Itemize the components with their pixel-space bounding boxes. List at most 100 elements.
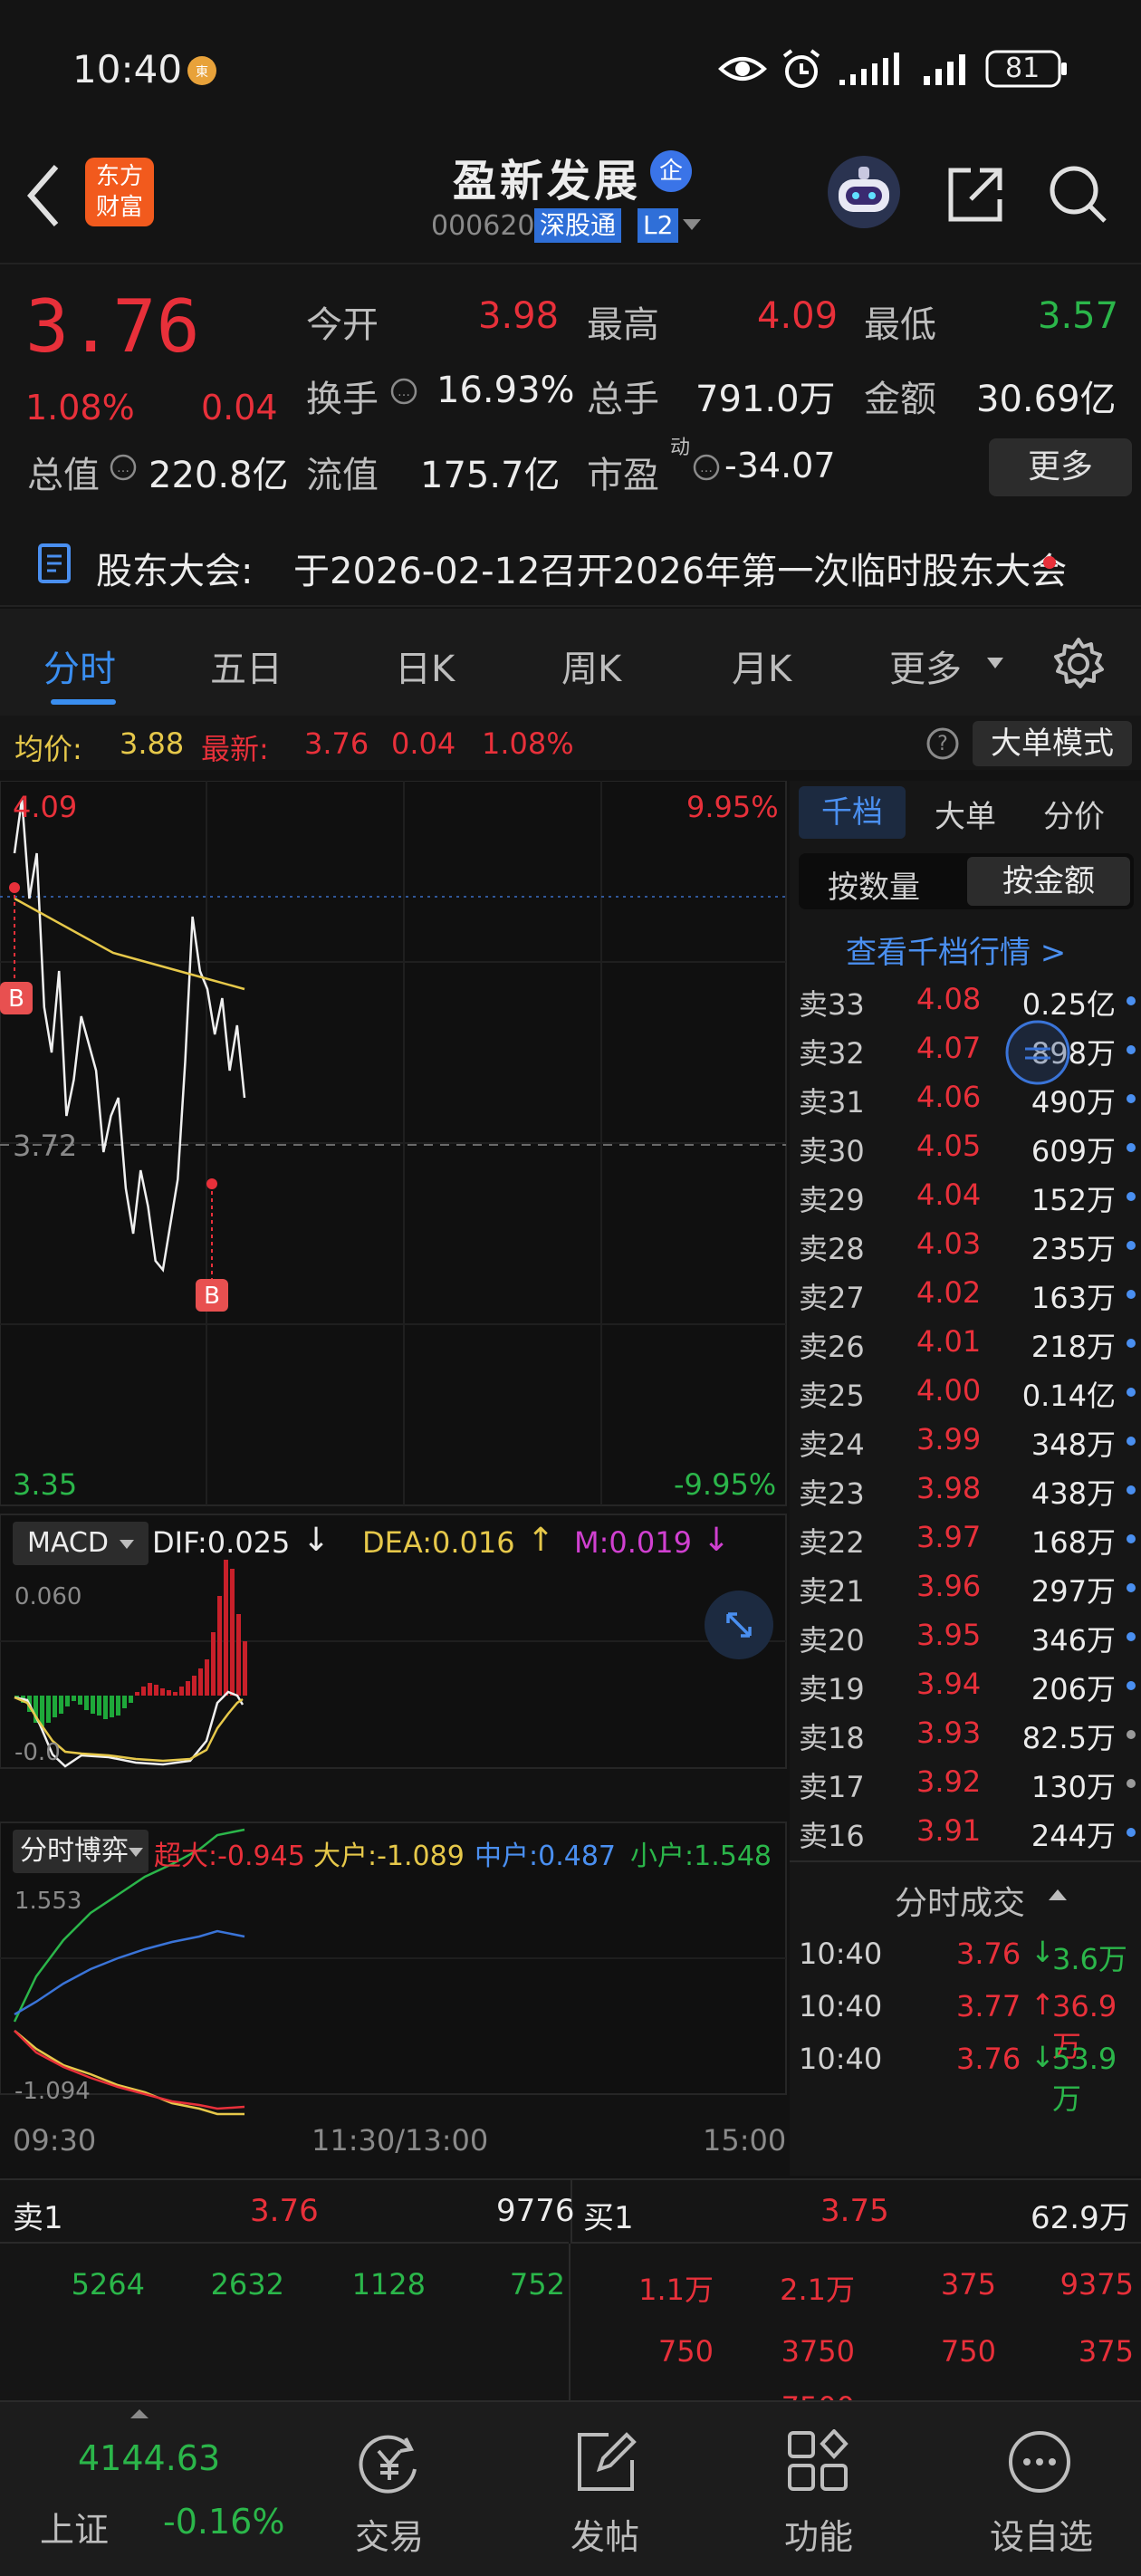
tab-monthly-k[interactable]: 月K: [732, 639, 791, 692]
ask-level-price: 3.99: [916, 1422, 982, 1456]
ask-level-label: 卖21: [799, 1574, 865, 1609]
ask-level-row[interactable]: 卖32 4.07 898万: [790, 1025, 1141, 1074]
ask-level-amount: 348万: [1031, 1427, 1116, 1462]
ask-level-row[interactable]: 卖33 4.08 0.25亿: [790, 976, 1141, 1025]
flow-big: 大户:-1.089: [313, 1841, 465, 1872]
tab-depth[interactable]: 千档: [799, 786, 906, 839]
ask-level-price: 4.01: [916, 1324, 982, 1359]
ask-level-price: 3.97: [916, 1520, 982, 1554]
more-dots-icon: [1007, 2429, 1072, 2494]
trade-direction: ↑: [1031, 1987, 1055, 2022]
ask-level-label: 卖19: [799, 1672, 865, 1706]
high-label: 最高: [587, 304, 659, 346]
macd-bar: [135, 1692, 139, 1696]
period-tabs: 分时 五日 日K 周K 月K 更多: [0, 609, 1141, 716]
ask-level-price: 4.05: [916, 1129, 982, 1163]
ask-level-row[interactable]: 卖18 3.93 82.5万: [790, 1710, 1141, 1759]
ask-level-price: 3.93: [916, 1716, 982, 1750]
ask-level-row[interactable]: 卖19 3.94 206万: [790, 1661, 1141, 1710]
ask-level-row[interactable]: 卖21 3.96 297万: [790, 1563, 1141, 1612]
sell-queue-order: 5264: [71, 2267, 145, 2302]
low-label: 最低: [864, 304, 936, 346]
ask-level-row[interactable]: 卖23 3.98 438万: [790, 1466, 1141, 1514]
by-quantity-option[interactable]: 按数量: [828, 862, 920, 907]
sell1-label: 卖1: [13, 2200, 63, 2236]
ask-level-row[interactable]: 卖29 4.04 152万: [790, 1172, 1141, 1221]
big-order-mode-button[interactable]: 大单模式: [973, 721, 1132, 766]
tab-more[interactable]: 更多: [889, 639, 962, 692]
ask-level-row[interactable]: 卖30 4.05 609万: [790, 1123, 1141, 1172]
ask-level-amount: 438万: [1031, 1476, 1116, 1511]
tab-big-order[interactable]: 大单: [935, 792, 996, 836]
ask-level-row[interactable]: 卖22 3.97 168万: [790, 1514, 1141, 1563]
back-arrow-icon[interactable]: [24, 161, 63, 230]
ask-level-label: 卖29: [799, 1183, 865, 1217]
nav-functions[interactable]: 功能: [746, 2402, 891, 2576]
ask-level-row[interactable]: 卖16 3.91 244万: [790, 1808, 1141, 1857]
ask-level-row[interactable]: 卖24 3.99 348万: [790, 1417, 1141, 1466]
ask-level-row[interactable]: 卖27 4.02 163万: [790, 1270, 1141, 1319]
robot-assistant-icon[interactable]: [826, 154, 902, 230]
tab-five-day[interactable]: 五日: [210, 639, 283, 692]
sell-queue-order: 752: [509, 2267, 565, 2302]
ask-level-label: 卖32: [799, 1036, 865, 1071]
tab-intraday[interactable]: 分时: [43, 639, 116, 692]
notice-text: 于2026-02-12召开2026年第一次临时股东大会: [293, 551, 1068, 592]
ask-level-row[interactable]: 卖28 4.03 235万: [790, 1221, 1141, 1270]
app-logo-line2: 财富: [95, 194, 143, 221]
trade-price: 3.76: [956, 2042, 1021, 2076]
by-amount-option[interactable]: 按金额: [967, 857, 1130, 906]
latest-pct: 1.08%: [482, 726, 574, 761]
index-widget[interactable]: 4144.63 上证 -0.16%: [0, 2402, 284, 2576]
tab-price-dist[interactable]: 分价: [1043, 792, 1105, 836]
ask-level-price: 4.00: [916, 1373, 982, 1408]
ask-level-amount: 152万: [1031, 1183, 1116, 1217]
app-logo[interactable]: 东方 财富: [85, 158, 154, 226]
ask-level-row[interactable]: 卖17 3.92 130万: [790, 1759, 1141, 1808]
ask-level-price: 4.06: [916, 1080, 982, 1114]
ask-level-row[interactable]: 卖26 4.01 218万: [790, 1319, 1141, 1368]
help-icon[interactable]: ?: [925, 726, 960, 761]
info-icon[interactable]: …: [692, 453, 721, 482]
trades-title[interactable]: 分时成交: [895, 1877, 1025, 1924]
trade-row: 10:40 3.77 ↑ 36.9万: [790, 1984, 1141, 2063]
settings-gear-icon[interactable]: [1050, 636, 1107, 692]
ask-level-row[interactable]: 卖31 4.06 490万: [790, 1074, 1141, 1123]
more-button[interactable]: 更多: [989, 438, 1132, 496]
ask-levels-list[interactable]: 卖33 4.08 0.25亿 卖32 4.07 898万 卖31 4.06 490万 卖30 4.0…: [790, 976, 1141, 1860]
nav-post[interactable]: 发帖: [532, 2402, 677, 2576]
buy1-price: 3.75: [820, 2193, 889, 2229]
caret-up-icon[interactable]: [1047, 1888, 1069, 1902]
ask-level-label: 卖28: [799, 1232, 865, 1266]
stock-code: 000620: [431, 210, 535, 242]
ask-level-row[interactable]: 卖20 3.95 346万: [790, 1612, 1141, 1661]
status-bar: 10:40 東 81: [0, 0, 1141, 145]
status-dot: [1127, 1534, 1136, 1543]
nav-trade[interactable]: 交易: [317, 2402, 462, 2576]
current-price: 3.76: [25, 284, 200, 369]
tab-daily-k[interactable]: 日K: [395, 639, 455, 692]
search-icon[interactable]: [1045, 161, 1110, 226]
scroll-to-current-icon[interactable]: [1003, 1018, 1072, 1087]
amount-label: 金额: [864, 379, 936, 420]
tab-weekly-k[interactable]: 周K: [561, 639, 621, 692]
queue-divider: [569, 2244, 570, 2402]
grid-apps-icon: [786, 2429, 851, 2494]
view-depth-link[interactable]: 查看千档行情 >: [846, 928, 1066, 972]
info-icon[interactable]: …: [389, 377, 418, 406]
buy-marker-1[interactable]: B: [0, 982, 33, 1014]
share-icon[interactable]: [944, 163, 1007, 226]
info-icon[interactable]: …: [109, 453, 138, 482]
latest-label: 最新:: [201, 732, 269, 766]
ask-level-price: 4.08: [916, 982, 982, 1016]
buy-marker-2[interactable]: B: [196, 1279, 228, 1312]
nav-add-watchlist[interactable]: 设自选: [960, 2402, 1123, 2576]
chart-canvas[interactable]: B B: [0, 781, 788, 2176]
notice-bar[interactable]: 股东大会: 于2026-02-12召开2026年第一次临时股东大会: [0, 516, 1141, 607]
ask-level-row[interactable]: 卖25 4.00 0.14亿: [790, 1368, 1141, 1417]
dropdown-icon[interactable]: [681, 217, 703, 234]
expand-icon[interactable]: [703, 1589, 775, 1661]
document-icon: [36, 543, 74, 583]
flow-small: 小户:1.548: [630, 1841, 772, 1872]
trades-list: 10:40 3.76 ↓ 3.6万 10:40 3.77 ↑ 36.9万 10:40 3.76 ↓ 5…: [790, 1931, 1141, 2176]
